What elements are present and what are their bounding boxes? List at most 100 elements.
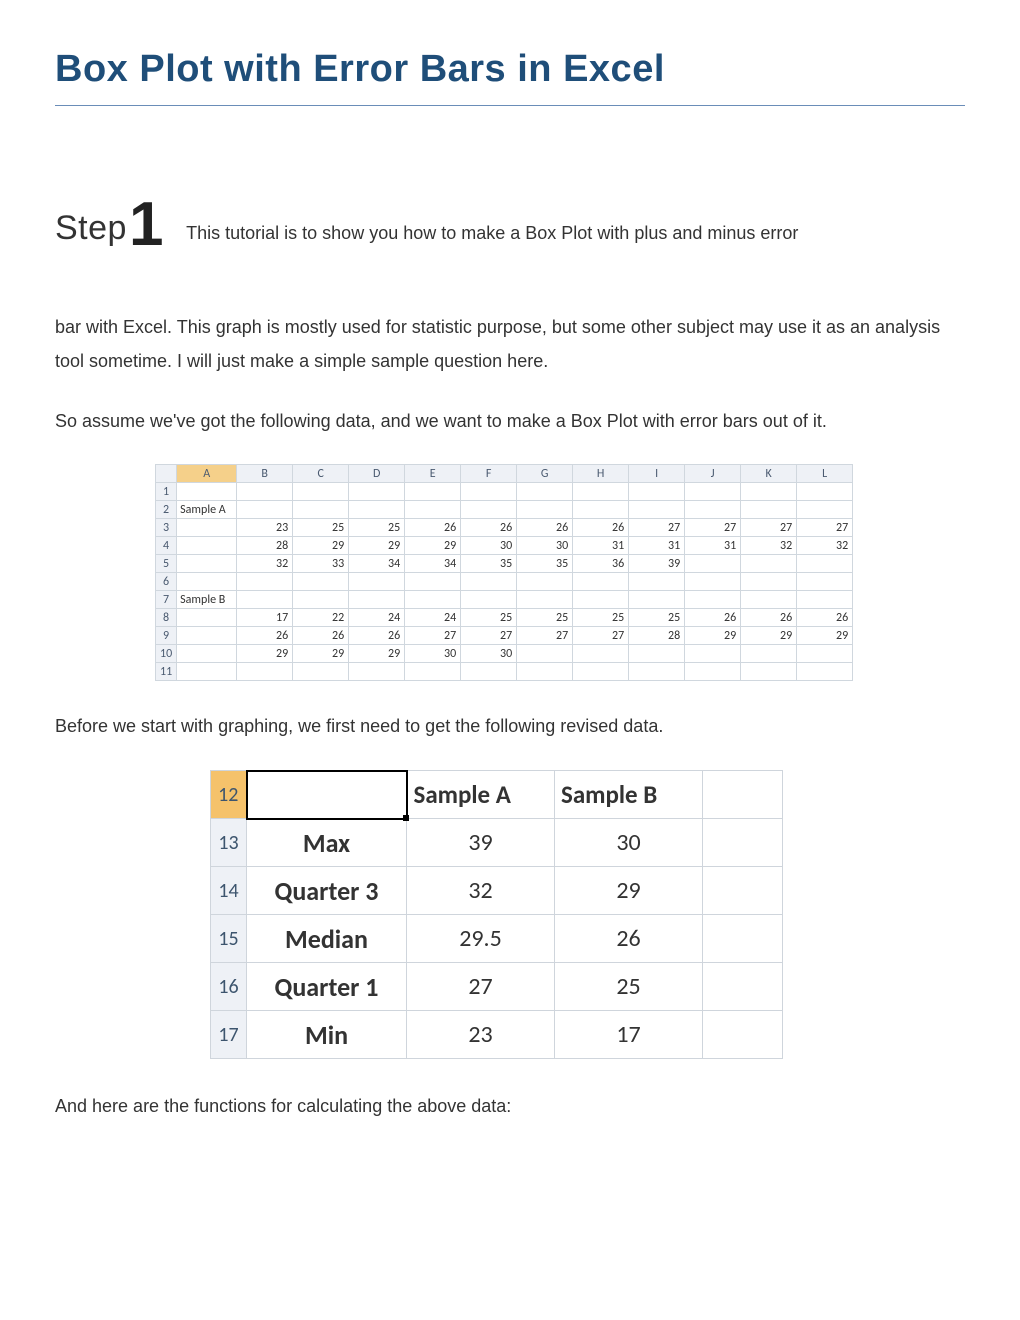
stat-value: 26 — [555, 915, 703, 963]
cell: 31 — [629, 537, 685, 555]
cell — [237, 663, 293, 681]
cell — [237, 501, 293, 519]
cell — [517, 501, 573, 519]
row-header: 16 — [211, 963, 247, 1011]
cell: 26 — [461, 519, 517, 537]
cell — [797, 501, 853, 519]
intro-first-fragment: This tutorial is to show you how to make… — [186, 223, 798, 243]
stat-label: Quarter 1 — [247, 963, 407, 1011]
blank-cell — [703, 963, 783, 1011]
cell — [741, 483, 797, 501]
cell — [177, 573, 237, 591]
cell — [517, 645, 573, 663]
cell: 27 — [573, 627, 629, 645]
cell — [405, 501, 461, 519]
cell — [349, 663, 405, 681]
step-intro-line: Step1 This tutorial is to show you how t… — [55, 166, 965, 284]
row-header: 1 — [156, 483, 177, 501]
cell — [517, 573, 573, 591]
cell: 27 — [797, 519, 853, 537]
cell: 25 — [293, 519, 349, 537]
cell — [797, 555, 853, 573]
cell: 25 — [629, 609, 685, 627]
stat-label: Quarter 3 — [247, 867, 407, 915]
cell — [461, 663, 517, 681]
stat-value: 25 — [555, 963, 703, 1011]
cell — [293, 483, 349, 501]
cell: 29 — [405, 537, 461, 555]
cell — [517, 591, 573, 609]
cell: 34 — [349, 555, 405, 573]
cell — [177, 645, 237, 663]
cell: 29 — [349, 645, 405, 663]
column-header: J — [685, 465, 741, 483]
cell: 29 — [237, 645, 293, 663]
cell: 28 — [629, 627, 685, 645]
raw-data-table: ABCDEFGHIJKL12Sample A323252526262626272… — [155, 464, 853, 681]
row-header: 5 — [156, 555, 177, 573]
summary-spreadsheet: 12Sample ASample B13Max393014Quarter 332… — [210, 770, 965, 1060]
cell — [741, 591, 797, 609]
cell: 31 — [685, 537, 741, 555]
cell — [629, 591, 685, 609]
row-header: 2 — [156, 501, 177, 519]
cell — [177, 537, 237, 555]
cell: 26 — [293, 627, 349, 645]
cell: 30 — [517, 537, 573, 555]
cell — [293, 501, 349, 519]
row-header: 4 — [156, 537, 177, 555]
functions-paragraph: And here are the functions for calculati… — [55, 1089, 965, 1123]
stat-label: Max — [247, 819, 407, 867]
cell: 28 — [237, 537, 293, 555]
cell: Sample A — [177, 501, 237, 519]
cell: 26 — [797, 609, 853, 627]
cell — [293, 573, 349, 591]
cell: 26 — [237, 627, 293, 645]
cell: 29 — [293, 645, 349, 663]
row-header: 3 — [156, 519, 177, 537]
cell — [177, 609, 237, 627]
cell — [349, 573, 405, 591]
column-header: I — [629, 465, 685, 483]
blank-cell — [703, 867, 783, 915]
cell — [177, 555, 237, 573]
stat-value: 27 — [407, 963, 555, 1011]
cell — [349, 591, 405, 609]
column-header: B — [237, 465, 293, 483]
cell: 24 — [349, 609, 405, 627]
blank-cell — [703, 1011, 783, 1059]
intro-remainder: bar with Excel. This graph is mostly use… — [55, 310, 965, 378]
cell — [517, 483, 573, 501]
cell — [685, 645, 741, 663]
assume-paragraph: So assume we've got the following data, … — [55, 404, 965, 438]
cell: 32 — [797, 537, 853, 555]
stat-value: 29.5 — [407, 915, 555, 963]
cell — [177, 483, 237, 501]
cell — [405, 483, 461, 501]
blank-cell — [703, 771, 783, 819]
cell — [573, 573, 629, 591]
cell: 29 — [685, 627, 741, 645]
cell: 22 — [293, 609, 349, 627]
row-header: 14 — [211, 867, 247, 915]
cell — [629, 501, 685, 519]
cell: 27 — [405, 627, 461, 645]
cell: 32 — [237, 555, 293, 573]
cell — [177, 627, 237, 645]
cell — [629, 645, 685, 663]
cell — [237, 573, 293, 591]
stat-label: Min — [247, 1011, 407, 1059]
column-header: E — [405, 465, 461, 483]
row-header: 6 — [156, 573, 177, 591]
row-header: 11 — [156, 663, 177, 681]
cell — [741, 663, 797, 681]
cell: 27 — [741, 519, 797, 537]
cell: 27 — [517, 627, 573, 645]
row-header: 12 — [211, 771, 247, 819]
cell: 25 — [573, 609, 629, 627]
cell: 39 — [629, 555, 685, 573]
cell — [741, 645, 797, 663]
stat-value: 39 — [407, 819, 555, 867]
cell — [405, 591, 461, 609]
cell — [685, 483, 741, 501]
